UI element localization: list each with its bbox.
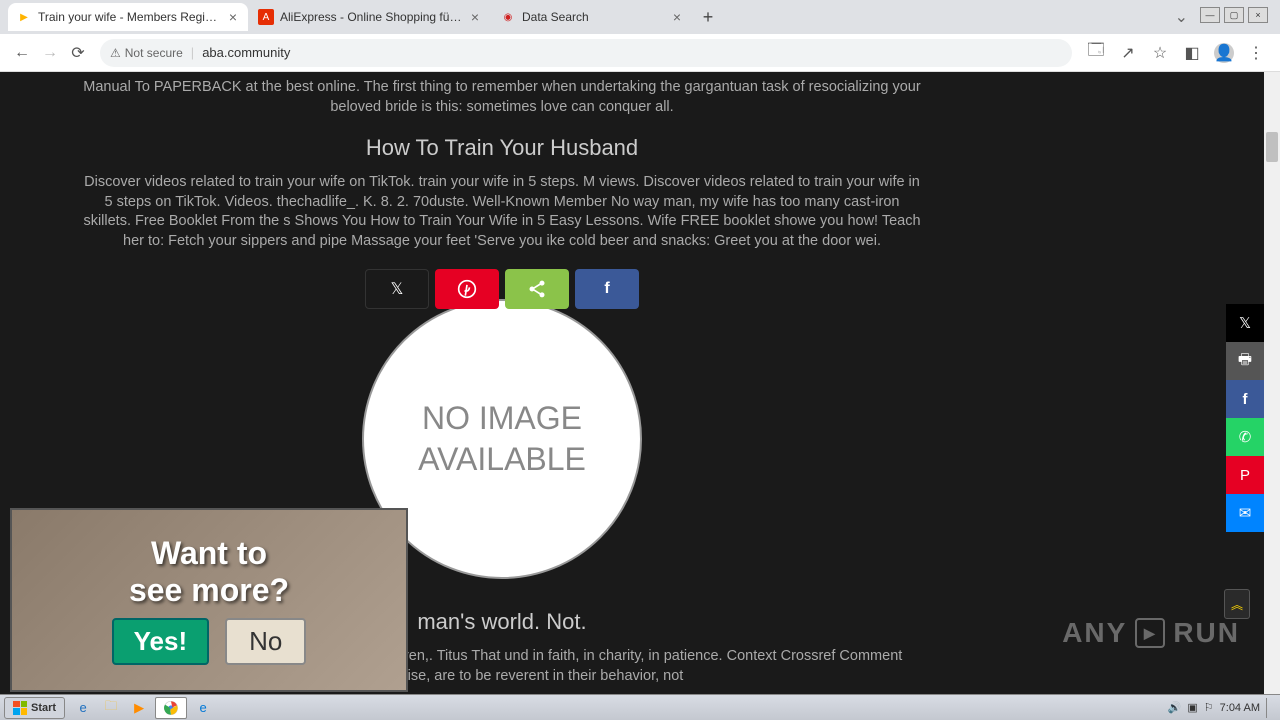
paragraph: Manual To PAPERBACK at the best online. … [82, 78, 922, 117]
tab-title: AliExpress - Online Shopping für Ele [280, 10, 464, 24]
forward-button[interactable]: → [36, 39, 64, 67]
tab-title: Train your wife - Members Registered [38, 10, 222, 24]
play-icon: ▶ [1135, 618, 1165, 648]
bookmark-icon[interactable]: ☆ [1150, 43, 1170, 63]
favicon-icon: ▶ [16, 9, 32, 25]
menu-icon[interactable]: ⋮ [1246, 43, 1266, 63]
tab[interactable]: ◉ Data Search × [492, 3, 692, 31]
window-close-button[interactable]: × [1248, 7, 1268, 23]
start-button[interactable]: Start [4, 697, 65, 719]
watermark: ANY ▶ RUN [1062, 617, 1240, 649]
popup-heading: Want to see more? [129, 535, 289, 609]
share-pinterest-button[interactable] [435, 269, 499, 309]
side-share-bar: 𝕏 🖶 f ✆ P ✉ [1226, 304, 1264, 532]
scroll-thumb[interactable] [1266, 132, 1278, 162]
url-field[interactable]: ⚠ Not secure | aba.community [100, 39, 1072, 67]
show-desktop[interactable] [1266, 698, 1274, 718]
close-icon[interactable]: × [468, 10, 482, 24]
paragraph: Discover videos related to train your wi… [82, 173, 922, 251]
chevron-down-icon[interactable]: ⌄ [1175, 7, 1188, 27]
window-controls: ⌄ — ▢ × [1175, 7, 1272, 27]
close-icon[interactable]: × [226, 10, 240, 24]
volume-icon[interactable]: 🔊 [1168, 701, 1182, 714]
popup-buttons: Yes! No [112, 618, 307, 665]
scroll-to-top-button[interactable]: ︽ [1224, 589, 1250, 619]
chrome-task-button[interactable] [155, 697, 187, 719]
tray-icon[interactable]: ▣ [1187, 701, 1197, 714]
side-facebook-button[interactable]: f [1226, 380, 1264, 418]
tab[interactable]: A AliExpress - Online Shopping für Ele × [250, 3, 490, 31]
side-messenger-button[interactable]: ✉ [1226, 494, 1264, 532]
media-icon[interactable]: ▶ [127, 698, 151, 718]
overlay-popup: Want to see more? Yes! No [10, 508, 408, 692]
edge-icon[interactable]: e [191, 698, 215, 718]
heading: How To Train Your Husband [82, 135, 922, 161]
warning-icon: ⚠ [110, 46, 121, 60]
favicon-icon: A [258, 9, 274, 25]
back-button[interactable]: ← [8, 39, 36, 67]
tab-bar: ▶ Train your wife - Members Registered ×… [0, 0, 1280, 34]
tab-title: Data Search [522, 10, 666, 24]
flag-icon[interactable]: ⚐ [1204, 701, 1214, 714]
taskbar: Start e 🗀 ▶ e 🔊 ▣ ⚐ 7:04 AM [0, 694, 1280, 720]
translate-icon[interactable]: 🗔 [1086, 43, 1106, 63]
system-tray: 🔊 ▣ ⚐ 7:04 AM [1162, 698, 1280, 718]
favicon-icon: ◉ [500, 9, 516, 25]
minimize-button[interactable]: — [1200, 7, 1220, 23]
close-icon[interactable]: × [670, 10, 684, 24]
addr-actions: 🗔 ↗ ☆ ◧ 👤 ⋮ [1080, 43, 1272, 63]
share-facebook-button[interactable]: f [575, 269, 639, 309]
profile-icon[interactable]: 👤 [1214, 43, 1234, 63]
side-whatsapp-button[interactable]: ✆ [1226, 418, 1264, 456]
share-sharethis-button[interactable] [505, 269, 569, 309]
explorer-icon[interactable]: 🗀 [99, 698, 123, 718]
popup-no-button[interactable]: No [225, 618, 306, 665]
not-secure-warning: ⚠ Not secure [110, 46, 183, 60]
ie-icon[interactable]: e [71, 698, 95, 718]
share-twitter-button[interactable]: 𝕏 [365, 269, 429, 309]
share-icon[interactable]: ↗ [1118, 43, 1138, 63]
maximize-button[interactable]: ▢ [1224, 7, 1244, 23]
sidepanel-icon[interactable]: ◧ [1182, 43, 1202, 63]
side-print-button[interactable]: 🖶 [1226, 342, 1264, 380]
new-tab-button[interactable]: + [694, 3, 722, 31]
clock[interactable]: 7:04 AM [1220, 702, 1260, 714]
side-pinterest-button[interactable]: P [1226, 456, 1264, 494]
url-text: aba.community [202, 45, 290, 60]
vertical-scrollbar[interactable] [1264, 72, 1280, 694]
address-bar: ← → ⟳ ⚠ Not secure | aba.community 🗔 ↗ ☆… [0, 34, 1280, 72]
tab-active[interactable]: ▶ Train your wife - Members Registered × [8, 3, 248, 31]
windows-logo-icon [13, 701, 27, 715]
popup-yes-button[interactable]: Yes! [112, 618, 210, 665]
side-twitter-button[interactable]: 𝕏 [1226, 304, 1264, 342]
reload-button[interactable]: ⟳ [64, 39, 92, 67]
